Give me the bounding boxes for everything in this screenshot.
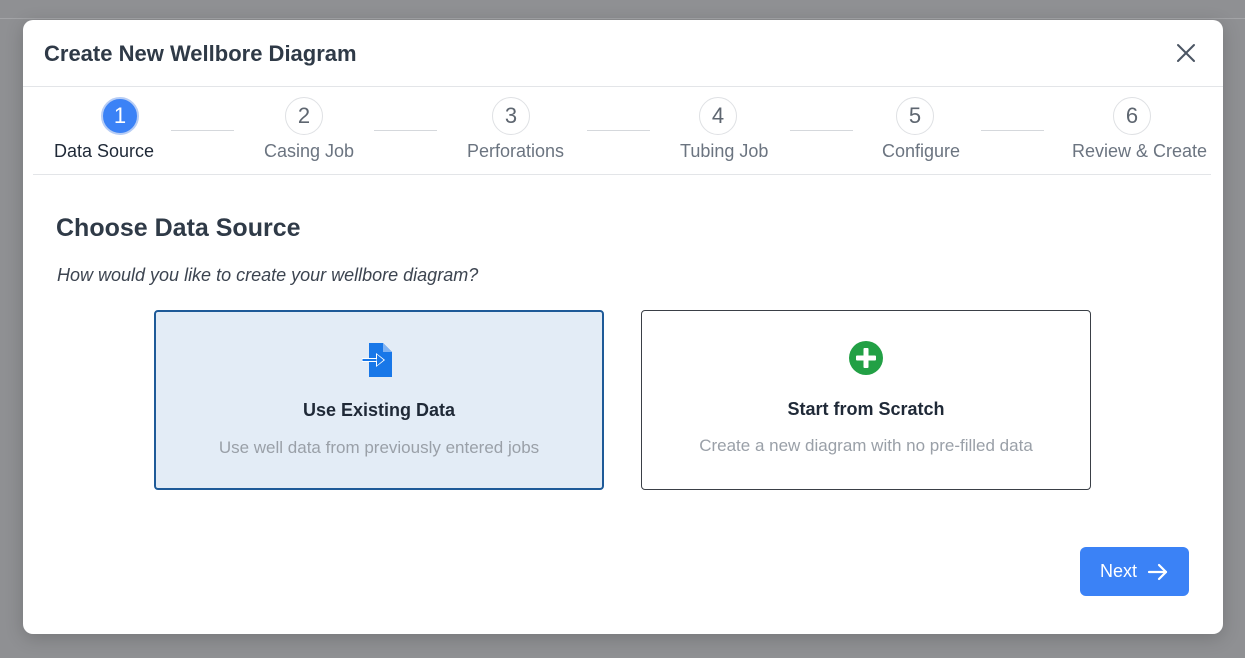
plus-circle-icon	[847, 339, 885, 382]
step-label: Tubing Job	[680, 141, 769, 161]
next-button[interactable]: Next	[1080, 547, 1189, 596]
close-button[interactable]	[1175, 42, 1197, 64]
step-connector	[981, 130, 1044, 131]
step-number: 4	[699, 97, 737, 135]
step-number: 3	[492, 97, 530, 135]
step-number: 2	[285, 97, 323, 135]
arrow-right-icon	[1147, 563, 1168, 580]
step-number: 5	[896, 97, 934, 135]
step-number: 1	[101, 97, 139, 135]
create-wellbore-dialog: Create New Wellbore Diagram 1 Data Sourc…	[23, 20, 1223, 634]
wizard-stepper: 1 Data Source 2 Casing Job 3 Perforation…	[33, 87, 1211, 175]
step-label: Perforations	[467, 141, 565, 161]
option-start-from-scratch[interactable]: Start from Scratch Create a new diagram …	[641, 310, 1091, 490]
file-import-icon	[359, 340, 399, 385]
step-label: Configure	[882, 141, 961, 161]
backdrop-divider	[0, 18, 1245, 19]
next-button-label: Next	[1099, 561, 1137, 581]
step-label: Review & Create	[1072, 141, 1208, 161]
dialog-title: Create New Wellbore Diagram	[44, 41, 357, 66]
step-connector	[790, 130, 853, 131]
step-connector	[171, 130, 234, 131]
step-connector	[587, 130, 650, 131]
step-label: Casing Job	[264, 141, 355, 161]
step-number: 6	[1113, 97, 1151, 135]
dialog-header: Create New Wellbore Diagram	[23, 20, 1223, 87]
close-icon	[1177, 44, 1195, 62]
section-subtitle: How would you like to create your wellbo…	[57, 265, 479, 285]
step-label: Data Source	[54, 141, 155, 161]
option-title: Start from Scratch	[787, 399, 945, 419]
option-description: Create a new diagram with no pre-filled …	[699, 436, 1033, 455]
option-description: Use well data from previously entered jo…	[218, 438, 540, 457]
step-connector	[374, 130, 437, 131]
option-title: Use Existing Data	[302, 400, 456, 420]
option-use-existing-data[interactable]: Use Existing Data Use well data from pre…	[154, 310, 604, 490]
section-title: Choose Data Source	[56, 214, 301, 242]
